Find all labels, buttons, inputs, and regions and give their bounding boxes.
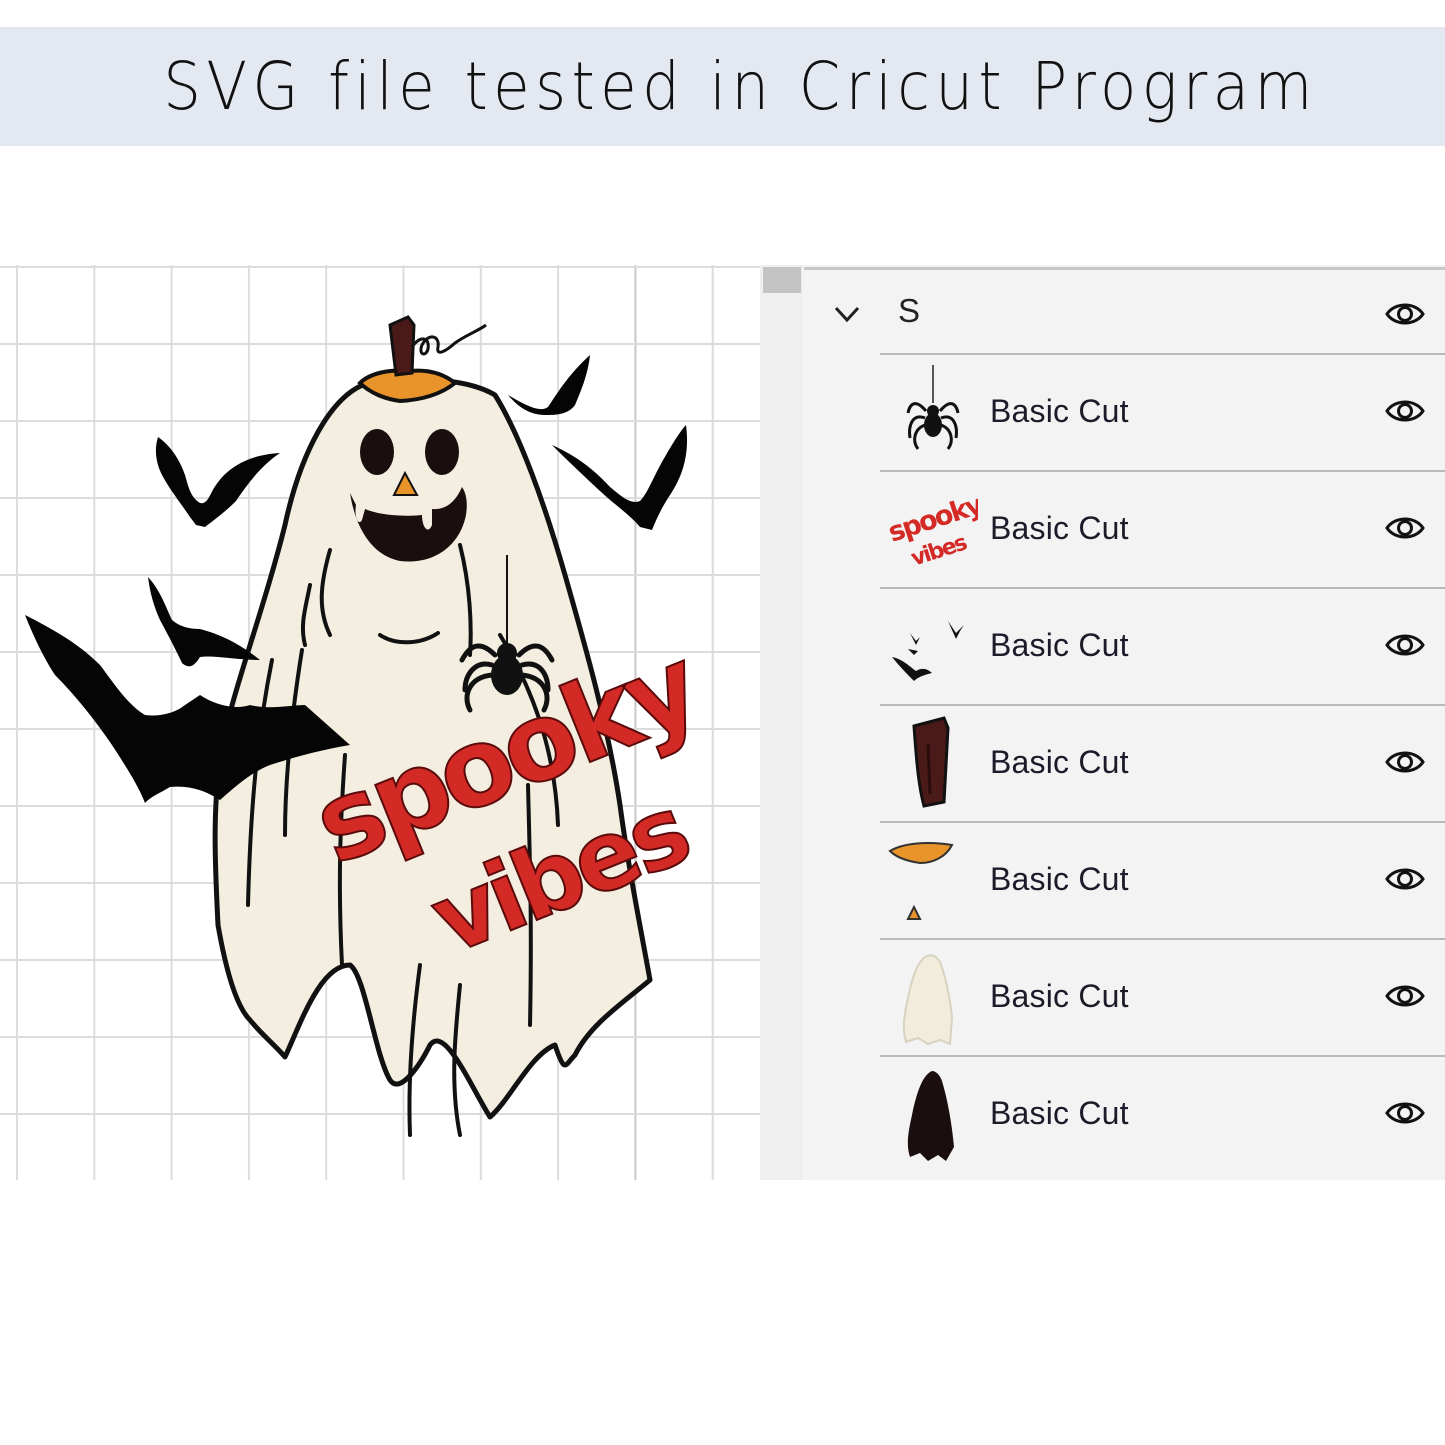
layer-label: Basic Cut <box>990 861 1129 897</box>
pumpkin-stem[interactable] <box>388 315 416 377</box>
layer-group-row[interactable]: S <box>804 270 1445 354</box>
layer-label: Basic Cut <box>990 744 1129 780</box>
layer-row[interactable]: Basic Cut <box>880 587 1445 704</box>
eye-icon[interactable] <box>1385 631 1425 659</box>
eye-icon[interactable] <box>1385 1099 1425 1127</box>
eye-icon[interactable] <box>1385 514 1425 542</box>
layer-label: Basic Cut <box>990 510 1129 546</box>
canvas-artwork: spooky vibes <box>0 265 760 1180</box>
chevron-down-icon[interactable] <box>832 302 862 326</box>
layer-row[interactable]: Basic Cut <box>880 1055 1445 1180</box>
layer-thumbnail-spider <box>906 365 960 450</box>
layer-thumbnail-ghost-body <box>902 954 954 1046</box>
layer-thumbnail-bats <box>892 621 964 681</box>
layer-label: Basic Cut <box>990 393 1129 429</box>
layer-label: Basic Cut <box>990 627 1129 663</box>
design-canvas[interactable]: spooky vibes <box>0 265 760 1180</box>
eye-icon[interactable] <box>1385 865 1425 893</box>
banner-title: SVG file tested in Cricut Program <box>163 48 1318 125</box>
eye-icon[interactable] <box>1385 300 1425 328</box>
layer-thumbnail-spooky-vibes-text: spookyvibes <box>888 489 978 572</box>
layer-thumbnail-pumpkin-stem <box>912 716 950 808</box>
layer-label: Basic Cut <box>990 978 1129 1014</box>
layer-label: Basic Cut <box>990 1095 1129 1131</box>
header-banner: SVG file tested in Cricut Program <box>0 27 1445 146</box>
scrollbar-thumb[interactable] <box>763 267 801 293</box>
eye-icon[interactable] <box>1385 982 1425 1010</box>
layer-row[interactable]: spooky vibes Basic Cut <box>880 470 1445 587</box>
ghost-eye-left <box>360 429 394 475</box>
layer-row[interactable]: Basic Cut <box>880 821 1445 938</box>
eye-icon[interactable] <box>1385 748 1425 776</box>
panel-scrollbar[interactable] <box>760 265 802 1180</box>
layer-row[interactable]: Basic Cut <box>880 704 1445 821</box>
layer-row[interactable]: Basic Cut <box>880 353 1445 470</box>
layer-row[interactable]: Basic Cut <box>880 938 1445 1055</box>
group-label: S <box>898 292 921 329</box>
layer-thumbnail-pumpkin-top-and-nose <box>888 842 954 920</box>
layer-thumbnail-ghost-outline <box>907 1071 954 1161</box>
ghost-eye-right <box>425 429 459 475</box>
pumpkin-vine <box>410 323 487 356</box>
layers-panel: S Basic Cut spooky vibes Basic Cut Basic Cut… <box>760 265 1445 1180</box>
eye-icon[interactable] <box>1385 397 1425 425</box>
